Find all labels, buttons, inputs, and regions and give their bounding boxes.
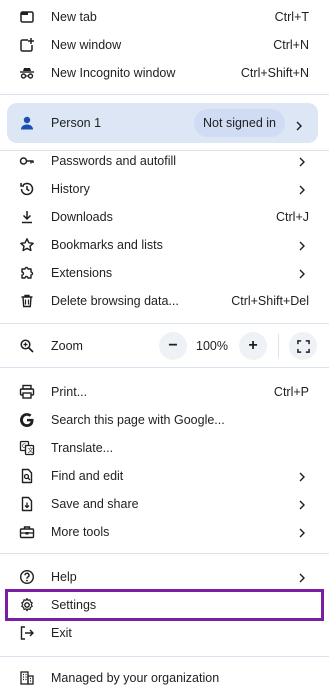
profile-row[interactable]: Person 1 Not signed in [7, 103, 318, 143]
downloads-shortcut: Ctrl+J [276, 210, 309, 224]
menu-item-save-share[interactable]: Save and share [0, 490, 329, 518]
person-icon [19, 115, 35, 131]
puzzle-icon [19, 265, 35, 281]
menu-item-more-tools[interactable]: More tools [0, 518, 329, 546]
translate-label: Translate... [51, 441, 114, 455]
separator [0, 367, 329, 368]
chevron-right-icon [294, 118, 304, 131]
chrome-menu: New tab Ctrl+T New window Ctrl+N New Inc… [0, 0, 329, 695]
zoom-label: Zoom [51, 339, 83, 353]
incognito-icon [19, 65, 35, 81]
print-label: Print... [51, 385, 88, 399]
save-share-label: Save and share [51, 497, 139, 511]
menu-item-new-incognito[interactable]: New Incognito window Ctrl+Shift+N [0, 59, 329, 87]
star-icon [19, 237, 35, 253]
separator [0, 94, 329, 95]
exit-icon [19, 625, 35, 641]
zoom-row: Zoom − 100% + [0, 332, 329, 360]
new-tab-icon [19, 9, 35, 25]
printer-icon [19, 384, 35, 400]
delete-browsing-data-label: Delete browsing data... [51, 294, 179, 308]
find-in-page-icon [19, 468, 35, 484]
zoom-out-button[interactable]: − [159, 332, 187, 360]
new-tab-shortcut: Ctrl+T [274, 10, 309, 24]
history-icon [19, 181, 35, 197]
menu-item-translate[interactable]: G文 Translate... [0, 434, 329, 462]
chevron-right-icon [297, 268, 307, 279]
menu-item-delete-browsing-data[interactable]: Delete browsing data... Ctrl+Shift+Del [0, 287, 329, 315]
find-edit-label: Find and edit [51, 469, 124, 483]
managed-label: Managed by your organization [51, 671, 220, 685]
fullscreen-icon [296, 339, 310, 353]
toolbox-icon [19, 524, 35, 540]
menu-item-find-edit[interactable]: Find and edit [0, 462, 329, 490]
fullscreen-button[interactable] [289, 332, 317, 360]
chevron-right-icon [297, 156, 307, 167]
chevron-right-icon [297, 499, 307, 510]
save-share-icon [19, 496, 35, 512]
zoom-icon [19, 338, 35, 354]
help-icon [19, 569, 35, 585]
extensions-label: Extensions [51, 266, 113, 280]
search-page-label: Search this page with Google... [51, 413, 225, 427]
trash-icon [19, 293, 35, 309]
exit-label: Exit [51, 626, 72, 640]
menu-item-help[interactable]: Help [0, 563, 329, 591]
menu-item-exit[interactable]: Exit [0, 619, 329, 647]
chevron-right-icon [297, 240, 307, 251]
new-window-shortcut: Ctrl+N [273, 38, 309, 52]
passwords-label: Passwords and autofill [51, 154, 177, 168]
minus-icon: − [168, 337, 178, 354]
zoom-level: 100% [196, 339, 228, 353]
downloads-label: Downloads [51, 210, 113, 224]
help-label: Help [51, 570, 77, 584]
zoom-in-button[interactable]: + [239, 332, 267, 360]
menu-item-search-page[interactable]: Search this page with Google... [0, 406, 329, 434]
new-window-icon [19, 37, 35, 53]
menu-item-print[interactable]: Print... Ctrl+P [0, 378, 329, 406]
settings-highlight-box [5, 589, 324, 621]
menu-item-extensions[interactable]: Extensions [0, 259, 329, 287]
download-icon [19, 209, 35, 225]
google-icon [19, 412, 35, 428]
chevron-right-icon [297, 572, 307, 583]
history-label: History [51, 182, 90, 196]
svg-text:G: G [22, 443, 27, 450]
zoom-divider [278, 334, 279, 358]
menu-item-new-window[interactable]: New window Ctrl+N [0, 31, 329, 59]
chevron-right-icon [297, 527, 307, 538]
svg-text:文: 文 [28, 447, 34, 455]
delete-browsing-data-shortcut: Ctrl+Shift+Del [231, 294, 309, 308]
menu-item-new-tab[interactable]: New tab Ctrl+T [0, 3, 329, 31]
plus-icon: + [248, 337, 258, 354]
print-shortcut: Ctrl+P [273, 385, 309, 399]
menu-item-history[interactable]: History [0, 175, 329, 203]
translate-icon: G文 [19, 440, 35, 456]
chevron-right-icon [297, 184, 307, 195]
key-icon [19, 153, 35, 169]
building-icon [19, 670, 35, 686]
sign-in-status-badge[interactable]: Not signed in [194, 109, 285, 137]
new-tab-label: New tab [51, 10, 97, 24]
menu-item-managed[interactable]: Managed by your organization [0, 664, 329, 692]
menu-item-bookmarks[interactable]: Bookmarks and lists [0, 231, 329, 259]
profile-name: Person 1 [51, 116, 102, 130]
menu-item-passwords[interactable]: Passwords and autofill [0, 147, 329, 175]
new-incognito-shortcut: Ctrl+Shift+N [240, 66, 309, 80]
more-tools-label: More tools [51, 525, 110, 539]
new-window-label: New window [51, 38, 122, 52]
new-incognito-label: New Incognito window [51, 66, 176, 80]
menu-item-downloads[interactable]: Downloads Ctrl+J [0, 203, 329, 231]
separator [0, 656, 329, 657]
separator [0, 323, 329, 324]
bookmarks-label: Bookmarks and lists [51, 238, 163, 252]
separator [0, 553, 329, 554]
chevron-right-icon [297, 471, 307, 482]
